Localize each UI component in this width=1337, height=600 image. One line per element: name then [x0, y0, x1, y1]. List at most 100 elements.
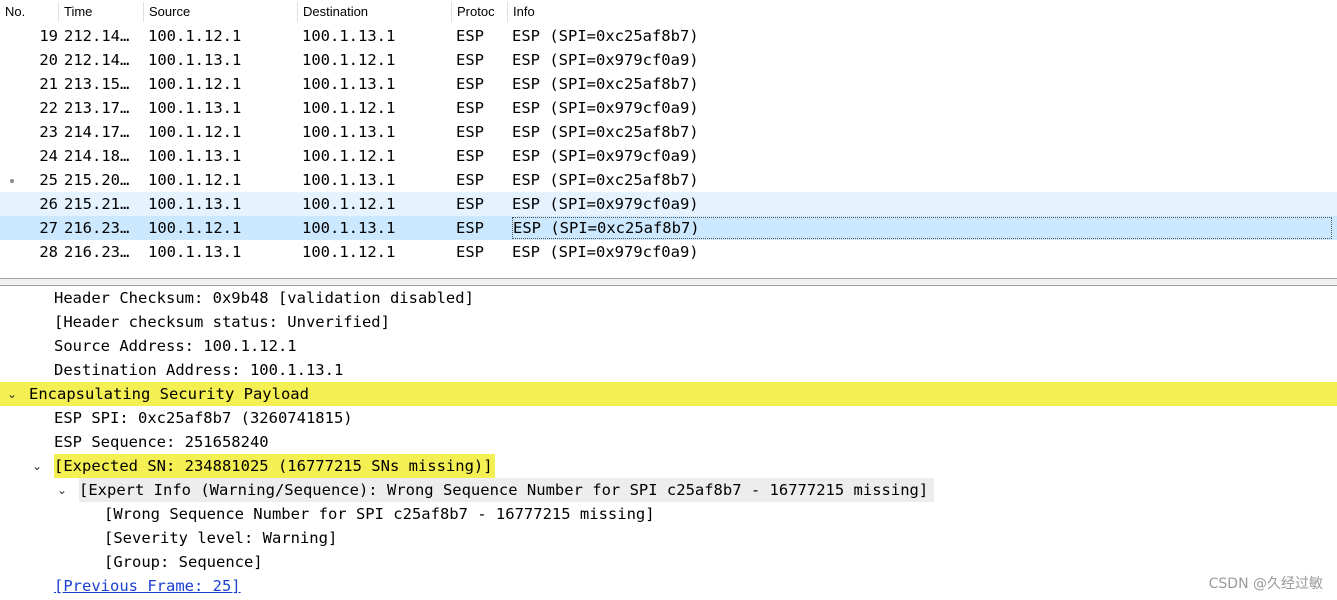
chevron-down-icon[interactable]: ⌄ — [4, 382, 20, 406]
tree-item-label: [Expected SN: 234881025 (16777215 SNs mi… — [54, 454, 495, 478]
tree-item-previous-frame[interactable]: [Previous Frame: 25] — [0, 574, 1337, 598]
packet-no: 28 — [39, 243, 58, 261]
packet-list-header: No. Time Source Destination Protoc Info — [0, 0, 1337, 24]
packet-destination: 100.1.13.1 — [302, 75, 396, 93]
packet-time: 216.23… — [64, 243, 130, 261]
packet-no: 24 — [39, 147, 58, 165]
packet-details-tree[interactable]: Header Checksum: 0x9b48 [validation disa… — [0, 286, 1337, 600]
packet-destination: 100.1.12.1 — [302, 147, 396, 165]
packet-time: 212.14… — [64, 51, 130, 69]
tree-item-label: Header Checksum: 0x9b48 [validation disa… — [54, 289, 474, 307]
packet-source: 100.1.12.1 — [148, 171, 242, 189]
packet-destination: 100.1.12.1 — [302, 195, 396, 213]
packet-row[interactable]: 22 213.17… 100.1.13.1 100.1.12.1 ESP ESP… — [0, 96, 1337, 120]
column-header-no[interactable]: No. — [0, 0, 58, 24]
tree-item-label: [Wrong Sequence Number for SPI c25af8b7 … — [104, 505, 655, 523]
packet-time: 215.21… — [64, 195, 130, 213]
tree-item-checksum-status[interactable]: [Header checksum status: Unverified] — [0, 310, 1337, 334]
packet-protocol: ESP — [456, 171, 484, 189]
tree-item-esp-spi[interactable]: ESP SPI: 0xc25af8b7 (3260741815) — [0, 406, 1337, 430]
packet-no: 23 — [39, 123, 58, 141]
packet-source: 100.1.13.1 — [148, 51, 242, 69]
tree-item-label: [Expert Info (Warning/Sequence): Wrong S… — [79, 478, 935, 502]
watermark: CSDN @久经过敏 — [1208, 576, 1323, 592]
packet-row[interactable]: 25 215.20… 100.1.12.1 100.1.13.1 ESP ESP… — [0, 168, 1337, 192]
packet-time: 213.15… — [64, 75, 130, 93]
packet-protocol: ESP — [456, 27, 484, 45]
packet-protocol: ESP — [456, 195, 484, 213]
tree-item-header-checksum[interactable]: Header Checksum: 0x9b48 [validation disa… — [0, 286, 1337, 310]
tree-item-esp-sequence[interactable]: ESP Sequence: 251658240 — [0, 430, 1337, 454]
tree-item-label: ESP SPI: 0xc25af8b7 (3260741815) — [54, 409, 353, 427]
previous-frame-link[interactable]: [Previous Frame: 25] — [54, 574, 241, 598]
packet-source: 100.1.13.1 — [148, 147, 242, 165]
packet-protocol: ESP — [456, 75, 484, 93]
packet-protocol: ESP — [456, 147, 484, 165]
tree-item-group[interactable]: [Group: Sequence] — [0, 550, 1337, 574]
packet-protocol: ESP — [456, 99, 484, 117]
packet-info: ESP (SPI=0x979cf0a9) — [512, 243, 699, 261]
packet-no: 19 — [39, 27, 58, 45]
packet-row[interactable]: 20 212.14… 100.1.13.1 100.1.12.1 ESP ESP… — [0, 48, 1337, 72]
packet-source: 100.1.13.1 — [148, 99, 242, 117]
packet-no: 21 — [39, 75, 58, 93]
tree-item-label: Encapsulating Security Payload — [29, 382, 309, 406]
packet-info: ESP (SPI=0x979cf0a9) — [512, 195, 699, 213]
tree-item-esp[interactable]: ⌄ Encapsulating Security Payload — [0, 382, 1337, 406]
packet-info: ESP (SPI=0x979cf0a9) — [512, 99, 699, 117]
tree-item-label: Source Address: 100.1.12.1 — [54, 337, 297, 355]
column-header-info[interactable]: Info — [508, 0, 1328, 24]
packet-protocol: ESP — [456, 243, 484, 261]
chevron-down-icon[interactable]: ⌄ — [29, 454, 45, 478]
packet-source: 100.1.12.1 — [148, 219, 242, 237]
packet-destination: 100.1.12.1 — [302, 99, 396, 117]
column-header-source[interactable]: Source — [144, 0, 297, 24]
tree-item-destination-address[interactable]: Destination Address: 100.1.13.1 — [0, 358, 1337, 382]
pane-splitter[interactable] — [0, 278, 1337, 286]
packet-time: 212.14… — [64, 27, 130, 45]
packet-no: 20 — [39, 51, 58, 69]
packet-list[interactable]: No. Time Source Destination Protoc Info … — [0, 0, 1337, 278]
packet-destination: 100.1.12.1 — [302, 51, 396, 69]
packet-protocol: ESP — [456, 51, 484, 69]
tree-item-wrong-sequence[interactable]: [Wrong Sequence Number for SPI c25af8b7 … — [0, 502, 1337, 526]
tree-item-label: [Severity level: Warning] — [104, 529, 338, 547]
column-header-destination[interactable]: Destination — [298, 0, 451, 24]
packet-row[interactable]: 21 213.15… 100.1.12.1 100.1.13.1 ESP ESP… — [0, 72, 1337, 96]
packet-destination: 100.1.12.1 — [302, 243, 396, 261]
packet-row[interactable]: 28 216.23… 100.1.13.1 100.1.12.1 ESP ESP… — [0, 240, 1337, 264]
packet-destination: 100.1.13.1 — [302, 123, 396, 141]
packet-row[interactable]: 26 215.21… 100.1.13.1 100.1.12.1 ESP ESP… — [0, 192, 1337, 216]
packet-source: 100.1.12.1 — [148, 27, 242, 45]
tree-item-source-address[interactable]: Source Address: 100.1.12.1 — [0, 334, 1337, 358]
tree-item-label: [Group: Sequence] — [104, 553, 263, 571]
packet-row[interactable]: 23 214.17… 100.1.12.1 100.1.13.1 ESP ESP… — [0, 120, 1337, 144]
packet-time: 215.20… — [64, 171, 130, 189]
packet-destination: 100.1.13.1 — [302, 171, 396, 189]
packet-source: 100.1.13.1 — [148, 243, 242, 261]
tree-item-expert-info[interactable]: ⌄ [Expert Info (Warning/Sequence): Wrong… — [0, 478, 1337, 502]
packet-row[interactable]: 24 214.18… 100.1.13.1 100.1.12.1 ESP ESP… — [0, 144, 1337, 168]
column-header-time[interactable]: Time — [59, 0, 143, 24]
packet-info: ESP (SPI=0xc25af8b7) — [512, 171, 699, 189]
packet-source: 100.1.13.1 — [148, 195, 242, 213]
packet-info: ESP (SPI=0x979cf0a9) — [512, 147, 699, 165]
tree-item-label: [Header checksum status: Unverified] — [54, 313, 390, 331]
packet-protocol: ESP — [456, 219, 484, 237]
packet-time: 214.17… — [64, 123, 130, 141]
column-header-protocol[interactable]: Protoc — [452, 0, 507, 24]
packet-row[interactable]: 19 212.14… 100.1.12.1 100.1.13.1 ESP ESP… — [0, 24, 1337, 48]
packet-time: 213.17… — [64, 99, 130, 117]
chevron-down-icon[interactable]: ⌄ — [54, 478, 70, 502]
packet-no: 26 — [39, 195, 58, 213]
packet-no: 22 — [39, 99, 58, 117]
packet-destination: 100.1.13.1 — [302, 219, 396, 237]
packet-no: 25 — [39, 171, 58, 189]
packet-row-selected[interactable]: 27 216.23… 100.1.12.1 100.1.13.1 ESP ESP… — [0, 216, 1337, 240]
tree-item-expected-sn[interactable]: ⌄ [Expected SN: 234881025 (16777215 SNs … — [0, 454, 1337, 478]
tree-item-severity[interactable]: [Severity level: Warning] — [0, 526, 1337, 550]
packet-time: 214.18… — [64, 147, 130, 165]
packet-source: 100.1.12.1 — [148, 123, 242, 141]
packet-info: ESP (SPI=0xc25af8b7) — [512, 123, 699, 141]
packet-protocol: ESP — [456, 123, 484, 141]
